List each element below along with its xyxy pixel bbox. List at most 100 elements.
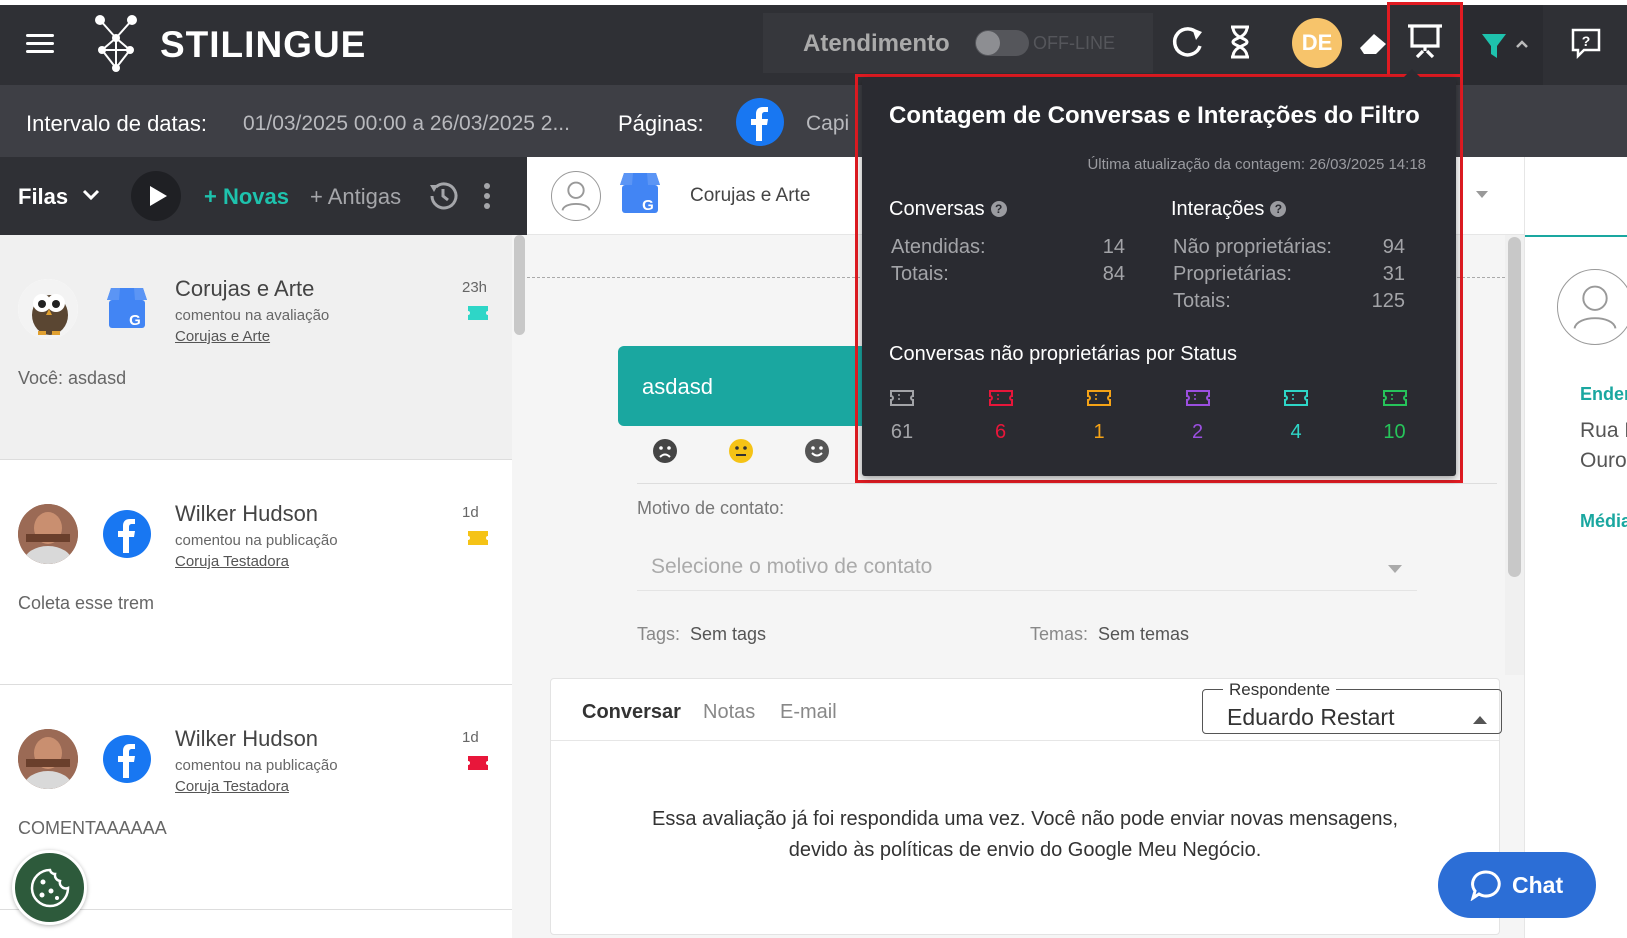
conversation-time: 1d xyxy=(462,504,479,521)
status-ticket-icon[interactable] xyxy=(1087,390,1111,406)
status-ticket-icon[interactable] xyxy=(890,390,914,406)
ticket-icon xyxy=(468,306,488,320)
temas-value[interactable]: Sem temas xyxy=(1098,624,1189,645)
contact-avatar-icon xyxy=(1557,269,1627,345)
more-options-icon[interactable] xyxy=(482,181,492,211)
filter-icon[interactable] xyxy=(1481,32,1507,60)
top-bar: STILINGUE Atendimento OFF-LINE DE ? xyxy=(0,0,1627,85)
novas-button[interactable]: + Novas xyxy=(204,184,289,210)
conversation-last-message: Você: asdasd xyxy=(18,368,127,388)
tab-indicator xyxy=(1525,235,1627,237)
google-my-business-icon: G xyxy=(107,288,147,329)
conversation-link[interactable]: Coruja Testadora xyxy=(175,553,289,570)
status-ticket-icon[interactable] xyxy=(1284,390,1308,406)
svg-text:?: ? xyxy=(1582,33,1591,49)
conversation-link[interactable]: Coruja Testadora xyxy=(175,778,289,795)
tab-notas[interactable]: Notas xyxy=(703,701,755,724)
chevron-down-icon[interactable] xyxy=(1475,189,1489,199)
divider xyxy=(637,590,1417,591)
ticket-icon xyxy=(468,531,488,545)
play-button[interactable] xyxy=(131,171,181,221)
atendimento-panel: Atendimento OFF-LINE xyxy=(763,13,1153,73)
detail-scrollbar[interactable] xyxy=(1505,235,1524,675)
interval-label: Intervalo de datas: xyxy=(26,111,208,136)
menu-icon[interactable] xyxy=(26,34,54,54)
svg-text:G: G xyxy=(129,312,141,329)
filas-label[interactable]: Filas xyxy=(18,184,68,210)
chevron-down-icon[interactable] xyxy=(82,188,100,202)
refresh-icon[interactable] xyxy=(1168,22,1208,62)
facebook-icon xyxy=(103,510,151,558)
caret-down-icon[interactable] xyxy=(1388,565,1402,573)
help-icon[interactable]: ? xyxy=(1270,201,1287,217)
chat-button[interactable]: Chat xyxy=(1438,852,1596,918)
user-avatar[interactable]: DE xyxy=(1292,18,1342,68)
eraser-icon[interactable] xyxy=(1352,22,1392,62)
motivo-select[interactable]: Selecione o motivo de contato xyxy=(651,555,932,579)
media-label: Média xyxy=(1580,511,1627,531)
help-icon[interactable]: ? xyxy=(1570,27,1602,59)
atendimento-label: Atendimento xyxy=(803,30,950,57)
address-line: Rua F xyxy=(1580,419,1627,442)
status-ticket-icon[interactable] xyxy=(988,390,1013,406)
status-ticket-icon[interactable] xyxy=(1185,390,1210,406)
neutral-face-icon[interactable] xyxy=(728,438,754,464)
interacoes-title: Interações xyxy=(1171,198,1265,220)
tab-conversar[interactable]: Conversar xyxy=(582,701,681,724)
temas-label: Temas: xyxy=(1030,624,1089,644)
motivo-label: Motivo de contato: xyxy=(637,498,785,518)
conversas-atendidas-value: 14 xyxy=(1102,236,1125,258)
antigas-button[interactable]: + Antigas xyxy=(310,184,401,210)
presentation-board-icon[interactable] xyxy=(1405,20,1445,60)
conversation-item[interactable]: Wilker Hudson comentou na publicação Cor… xyxy=(0,460,512,685)
respondente-select[interactable]: Respondente Eduardo Restart xyxy=(1202,680,1502,734)
interacoes-totais-label: Totais: xyxy=(1173,290,1231,312)
interacoes-section-title: Interações? xyxy=(1171,198,1287,221)
facebook-icon xyxy=(736,98,784,146)
facebook-icon xyxy=(103,735,151,783)
conversas-title: Conversas xyxy=(889,198,985,220)
pages-value[interactable]: Capi xyxy=(806,112,849,136)
status-count: 4 xyxy=(1290,421,1302,443)
status-section-title: Conversas não proprietárias por Status xyxy=(889,343,1237,365)
message-text: asdasd xyxy=(642,374,713,399)
conversas-totais-value: 84 xyxy=(1102,263,1125,285)
user-icon[interactable] xyxy=(551,171,601,221)
status-label: OFF-LINE xyxy=(1033,33,1116,53)
conversation-link[interactable]: Corujas e Arte xyxy=(175,328,270,345)
interval-value[interactable]: 01/03/2025 00:00 a 26/03/2025 2... xyxy=(243,112,570,136)
happy-face-icon[interactable] xyxy=(804,438,830,464)
conversas-atendidas-label: Atendidas: xyxy=(891,236,986,258)
status-toggle[interactable] xyxy=(975,30,1029,56)
reply-box: Conversar Notas E-mail Respondente Eduar… xyxy=(550,678,1502,935)
help-icon[interactable]: ? xyxy=(990,201,1007,217)
tab-email[interactable]: E-mail xyxy=(780,701,837,724)
interacoes-proprietarias-label: Proprietárias: xyxy=(1173,263,1292,285)
cookie-settings-button[interactable] xyxy=(12,850,87,925)
page-name: Corujas e Arte xyxy=(690,185,811,206)
list-scrollbar[interactable] xyxy=(512,235,527,938)
interacoes-nao-proprietarias-label: Não proprietárias: xyxy=(1173,236,1332,258)
conversation-item[interactable]: G Corujas e Arte comentou na avaliação C… xyxy=(0,235,512,460)
status-count: 1 xyxy=(1093,421,1105,443)
sad-face-icon[interactable] xyxy=(652,438,678,464)
divider xyxy=(637,483,1497,484)
status-ticket-icon[interactable] xyxy=(1382,390,1407,406)
caret-up-icon xyxy=(1473,716,1487,724)
conversation-time: 23h xyxy=(462,279,488,296)
history-icon[interactable] xyxy=(426,179,460,213)
popover-arrow xyxy=(1402,69,1422,79)
chevron-up-icon[interactable] xyxy=(1515,39,1529,49)
chat-bubble-icon xyxy=(1470,870,1501,901)
interacoes-nao-proprietarias-value: 94 xyxy=(1382,236,1405,258)
queue-header: Filas + Novas + Antigas xyxy=(0,157,527,235)
logo-icon xyxy=(95,15,137,72)
owl-avatar xyxy=(18,279,78,339)
hourglass-icon[interactable] xyxy=(1220,22,1260,62)
tags-value[interactable]: Sem tags xyxy=(690,624,766,645)
endereco-label: Ender xyxy=(1580,384,1627,404)
ticket-icon xyxy=(468,756,488,770)
notice-line: devido às políticas de envio do Google M… xyxy=(788,839,1262,861)
conversation-name: Corujas e Arte xyxy=(175,276,315,301)
respondente-value: Eduardo Restart xyxy=(1227,704,1395,730)
